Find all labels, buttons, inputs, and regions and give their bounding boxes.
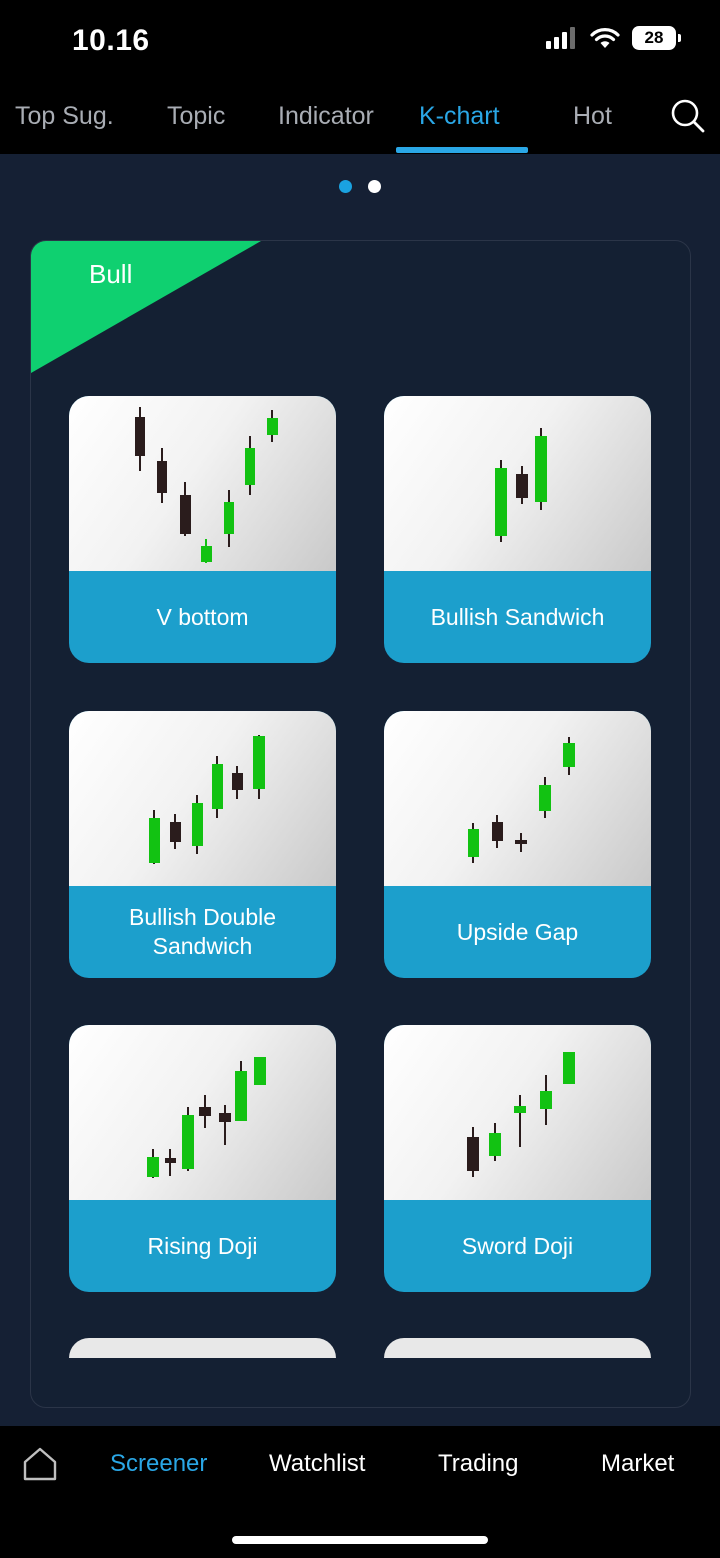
v-bottom-candles-icon bbox=[69, 396, 336, 571]
page-indicator bbox=[0, 180, 720, 193]
active-tab-indicator bbox=[396, 147, 528, 153]
tab-indicator[interactable]: Indicator bbox=[278, 102, 374, 131]
pattern-card-bullish-double-sandwich[interactable]: Bullish Double Sandwich bbox=[69, 711, 336, 978]
tab-hot[interactable]: Hot bbox=[573, 102, 612, 131]
battery-indicator: 28 bbox=[632, 26, 681, 50]
tab-topic[interactable]: Topic bbox=[167, 102, 225, 131]
tab-top-suggestions[interactable]: Top Sug. bbox=[15, 102, 114, 131]
page-dot-1[interactable] bbox=[339, 180, 352, 193]
pattern-card-rising-doji[interactable]: Rising Doji bbox=[69, 1025, 336, 1292]
pattern-label: Rising Doji bbox=[147, 1232, 258, 1259]
wifi-icon bbox=[590, 28, 620, 48]
nav-trading[interactable]: Trading bbox=[438, 1450, 518, 1478]
pattern-card-v-bottom[interactable]: V bottom bbox=[69, 396, 336, 663]
top-tab-bar: Top Sug. Topic Indicator K-chart Hot bbox=[0, 80, 720, 154]
nav-screener[interactable]: Screener bbox=[110, 1450, 207, 1478]
pattern-card-partial[interactable] bbox=[384, 1338, 651, 1358]
pattern-card-bullish-sandwich[interactable]: Bullish Sandwich bbox=[384, 396, 651, 663]
pattern-card-sword-doji[interactable]: Sword Doji bbox=[384, 1025, 651, 1292]
bull-ribbon bbox=[31, 241, 261, 373]
nav-watchlist[interactable]: Watchlist bbox=[269, 1450, 365, 1478]
pattern-card-upside-gap[interactable]: Upside Gap bbox=[384, 711, 651, 978]
bullish-double-sandwich-candles-icon bbox=[69, 711, 336, 886]
bullish-sandwich-candles-icon bbox=[384, 396, 651, 571]
rising-doji-candles-icon bbox=[69, 1025, 336, 1200]
clock: 10.16 bbox=[72, 24, 150, 57]
pattern-label: Bullish Sandwich bbox=[430, 603, 605, 630]
upside-gap-candles-icon bbox=[384, 711, 651, 886]
nav-market[interactable]: Market bbox=[601, 1450, 674, 1478]
search-icon[interactable] bbox=[670, 98, 706, 134]
page-dot-2[interactable] bbox=[368, 180, 381, 193]
pattern-label: V bottom bbox=[156, 603, 249, 630]
tab-k-chart[interactable]: K-chart bbox=[419, 102, 500, 131]
pattern-label: Upside Gap bbox=[456, 918, 579, 945]
sword-doji-candles-icon bbox=[384, 1025, 651, 1200]
status-icons: 28 bbox=[546, 26, 681, 50]
section-label: Bull bbox=[89, 259, 133, 289]
pattern-label: Sword Doji bbox=[461, 1232, 574, 1259]
pattern-label: Bullish Double Sandwich bbox=[128, 904, 277, 959]
home-indicator bbox=[232, 1536, 488, 1544]
home-icon[interactable] bbox=[22, 1446, 58, 1482]
signal-icon bbox=[546, 27, 575, 49]
status-bar: 10.16 28 bbox=[0, 0, 720, 80]
pattern-card-partial[interactable] bbox=[69, 1338, 336, 1358]
